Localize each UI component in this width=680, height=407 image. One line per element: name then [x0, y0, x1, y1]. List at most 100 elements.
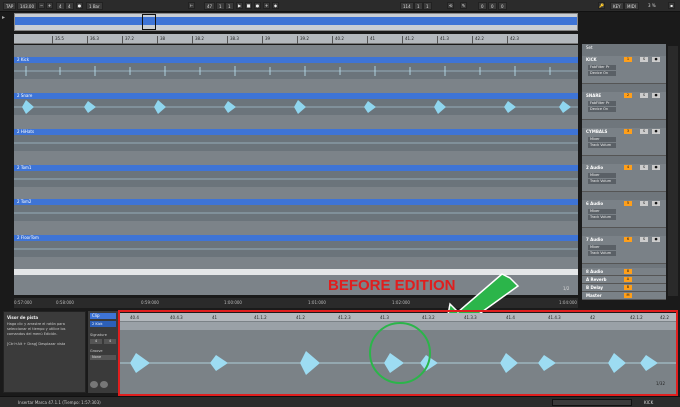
- track-activator-button[interactable]: A: [624, 277, 632, 282]
- arrangement-scrollbar[interactable]: [668, 46, 678, 296]
- overdub-icon[interactable]: +: [263, 2, 270, 9]
- tempo-nudge-up-icon[interactable]: +: [46, 2, 53, 9]
- arm-button[interactable]: ●: [652, 93, 660, 98]
- arm-button[interactable]: ●: [652, 237, 660, 242]
- solo-button[interactable]: S: [640, 165, 648, 170]
- mixer-track-8-audio[interactable]: 8 Audio 8: [582, 268, 666, 276]
- clip-waveform-hihats[interactable]: [14, 135, 578, 151]
- launch-icon[interactable]: [90, 381, 98, 388]
- signature-denominator[interactable]: 4: [104, 339, 116, 344]
- arrangement-overview[interactable]: [14, 13, 578, 31]
- mixer-device-chooser[interactable]: Mixer: [588, 245, 616, 250]
- track-activator-button[interactable]: 8: [624, 269, 632, 274]
- solo-button[interactable]: S: [640, 201, 648, 206]
- mixer-track-kick[interactable]: KICK FabFilter Pr Device On 1 S ●: [582, 56, 666, 84]
- track-activator-button[interactable]: M: [624, 293, 632, 298]
- automation-arm-icon[interactable]: ◆: [272, 2, 279, 9]
- overview-viewport[interactable]: [142, 14, 156, 30]
- mixer-device-chooser[interactable]: FabFilter Pr: [588, 65, 616, 70]
- status-message: Insertar Marca 47.1.1 (Tiempo: 1:57:303): [18, 400, 101, 405]
- solo-button[interactable]: S: [640, 57, 648, 62]
- signature-numerator[interactable]: 4: [90, 339, 102, 344]
- solo-button[interactable]: S: [640, 129, 648, 134]
- clip-waveform-tom2[interactable]: [14, 205, 578, 221]
- record-icon[interactable]: ●: [254, 2, 261, 9]
- loop-length-field[interactable]: 1: [414, 2, 423, 10]
- selected-track-name: KICK: [644, 400, 654, 405]
- clip-waveform-tom1[interactable]: [14, 171, 578, 187]
- mixer-track-7-audio[interactable]: 7 Audio Mixer Track Volum 6 S ●: [582, 236, 666, 264]
- mixer-param-chooser[interactable]: Track Volum: [588, 215, 616, 220]
- loop-beat-field[interactable]: 1: [423, 2, 432, 10]
- track-activator-button[interactable]: 1: [624, 57, 632, 62]
- sample-icon[interactable]: [100, 381, 108, 388]
- follow-icon[interactable]: ⊢: [188, 2, 195, 9]
- mixer-param-chooser[interactable]: Device On: [588, 71, 616, 76]
- key-map-icon[interactable]: 🔑: [598, 2, 605, 9]
- mixer-device-chooser[interactable]: Mixer: [588, 209, 616, 214]
- loop-switch-icon[interactable]: ⟲: [447, 2, 454, 9]
- song-position-bar[interactable]: 47: [204, 2, 216, 10]
- overview-expand-icon[interactable]: ▸: [2, 14, 10, 22]
- mixer-param-chooser[interactable]: Track Volum: [588, 143, 616, 148]
- info-title: Visor de pista: [7, 315, 39, 320]
- mixer-track-6-audio[interactable]: 6 Audio Mixer Track Volum 5 S ●: [582, 200, 666, 228]
- key-map-button[interactable]: KEY: [610, 2, 624, 10]
- punch-len-field[interactable]: 0: [498, 2, 507, 10]
- clip-waveform-floortom[interactable]: [14, 241, 578, 257]
- mixer-param-chooser[interactable]: Device On: [588, 107, 616, 112]
- tempo-field[interactable]: 143.00: [17, 2, 37, 10]
- mixer-track-2-audio[interactable]: 2 Audio Mixer Track Volum 4 S ●: [582, 164, 666, 192]
- arm-button[interactable]: ●: [652, 201, 660, 206]
- mixer-param-chooser[interactable]: Track Volum: [588, 179, 616, 184]
- beat-time-ruler[interactable]: 35.5 36.3 37.2 38 38.2 38.3 39 39.2 40.2…: [14, 34, 578, 44]
- tempo-nudge-down-icon[interactable]: −: [38, 2, 45, 9]
- groove-chooser[interactable]: None: [90, 355, 116, 360]
- solo-button[interactable]: S: [640, 237, 648, 242]
- midi-map-button[interactable]: MIDI: [624, 2, 639, 10]
- clip-waveform-snare[interactable]: [14, 99, 578, 115]
- mixer-track-name: KICK: [586, 57, 597, 62]
- ruler-tick: 42.3: [507, 36, 519, 44]
- play-icon[interactable]: ▶: [236, 2, 243, 9]
- arrangement-view[interactable]: 2 Kick 2 Snare 2 HiHats 2 Tom1 2 Tom2 2 …: [14, 45, 578, 295]
- arm-button[interactable]: ●: [652, 129, 660, 134]
- track-activator-button[interactable]: 4: [624, 165, 632, 170]
- track-mixer-column: Set KICK FabFilter Pr Device On 1 S ● SN…: [582, 44, 666, 300]
- ruler-tick: 36.3: [87, 36, 99, 44]
- track-activator-button[interactable]: 3: [624, 129, 632, 134]
- quantize-menu[interactable]: 1 Bar: [86, 2, 103, 10]
- clip-name-field[interactable]: 2 Kick: [90, 321, 116, 327]
- mixer-device-chooser[interactable]: FabFilter Pr: [588, 101, 616, 106]
- clip-waveform-kick[interactable]: [14, 63, 578, 79]
- master-track[interactable]: Master M: [582, 292, 666, 300]
- arm-button[interactable]: ●: [652, 57, 660, 62]
- mixer-track-snare[interactable]: SNARE FabFilter Pr Device On 2 S ●: [582, 92, 666, 120]
- meter-numerator[interactable]: 4: [56, 2, 65, 10]
- mixer-param-chooser[interactable]: Track Volum: [588, 251, 616, 256]
- status-slider[interactable]: [552, 399, 632, 406]
- draw-mode-icon[interactable]: ✎: [460, 2, 467, 9]
- punch-out-field[interactable]: 0: [488, 2, 497, 10]
- stop-icon[interactable]: ■: [245, 2, 252, 9]
- mixer-device-chooser[interactable]: Mixer: [588, 137, 616, 142]
- song-position-beat[interactable]: 1: [216, 2, 225, 10]
- track-activator-button[interactable]: 6: [624, 237, 632, 242]
- return-track-delay[interactable]: B Delay B: [582, 284, 666, 292]
- track-activator-button[interactable]: 2: [624, 93, 632, 98]
- loop-start-field[interactable]: 114: [400, 2, 414, 10]
- arm-button[interactable]: ●: [652, 165, 660, 170]
- metronome-icon[interactable]: ●: [76, 2, 83, 9]
- solo-button[interactable]: S: [640, 93, 648, 98]
- meter-denominator[interactable]: 4: [65, 2, 74, 10]
- mixer-device-chooser[interactable]: Mixer: [588, 173, 616, 178]
- punch-in-field[interactable]: 0: [478, 2, 487, 10]
- tap-button[interactable]: TAP: [3, 2, 17, 10]
- track-activator-button[interactable]: 5: [624, 201, 632, 206]
- clip-tab[interactable]: Clip: [90, 313, 116, 319]
- return-track-reverb[interactable]: A Reverb A: [582, 276, 666, 284]
- clip-properties-panel: Clip 2 Kick Signature 4 4 Groove None: [88, 311, 118, 393]
- song-position-sixteenth[interactable]: 1: [225, 2, 234, 10]
- mixer-track-cymbals[interactable]: CYMBALS Mixer Track Volum 3 S ●: [582, 128, 666, 156]
- track-activator-button[interactable]: B: [624, 285, 632, 290]
